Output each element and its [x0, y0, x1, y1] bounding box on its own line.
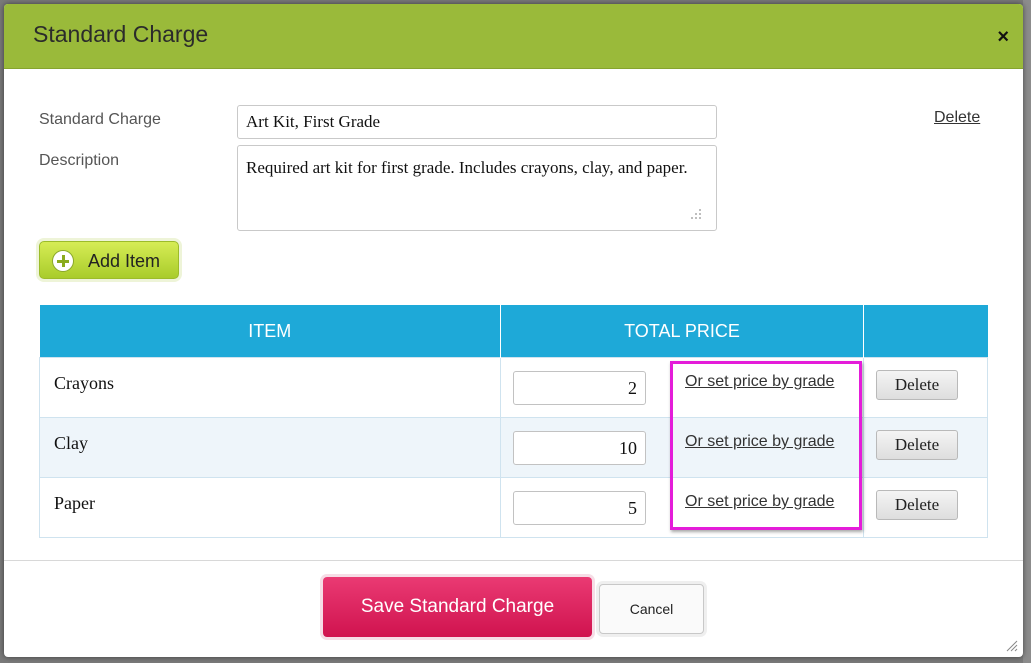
item-name: Paper — [54, 493, 95, 513]
standard-charge-dialog: Standard Charge × Standard Charge Art Ki… — [4, 4, 1023, 657]
dialog-header: Standard Charge × — [4, 4, 1023, 69]
price-input[interactable]: 5 — [513, 491, 646, 525]
standard-charge-input[interactable]: Art Kit, First Grade — [237, 105, 717, 139]
table-row: Crayons 2 Or set price by grade Delete — [39, 357, 988, 418]
column-header-total-price: TOTAL PRICE — [500, 305, 864, 358]
resize-grip-icon[interactable] — [690, 208, 702, 220]
column-header-item: ITEM — [39, 305, 501, 358]
save-standard-charge-button[interactable]: Save Standard Charge — [323, 577, 592, 637]
delete-item-button[interactable]: Delete — [876, 370, 958, 400]
delete-item-button[interactable]: Delete — [876, 490, 958, 520]
items-table: ITEM TOTAL PRICE Crayons 2 Or set price … — [39, 305, 988, 538]
set-price-by-grade-link[interactable]: Or set price by grade — [685, 373, 834, 391]
description-textarea[interactable]: Required art kit for first grade. Includ… — [237, 145, 717, 231]
item-name: Clay — [54, 433, 88, 453]
delete-charge-link[interactable]: Delete — [934, 109, 980, 127]
item-name: Crayons — [54, 373, 114, 393]
set-price-by-grade-link[interactable]: Or set price by grade — [685, 433, 834, 451]
table-row: Paper 5 Or set price by grade Delete — [39, 477, 988, 538]
table-row: Clay 10 Or set price by grade Delete — [39, 417, 988, 478]
close-icon[interactable]: × — [997, 26, 1009, 49]
set-price-by-grade-link[interactable]: Or set price by grade — [685, 493, 834, 511]
column-header-actions — [863, 305, 988, 358]
price-input[interactable]: 10 — [513, 431, 646, 465]
dialog-title: Standard Charge — [33, 21, 209, 47]
cancel-button[interactable]: Cancel — [599, 584, 704, 634]
description-text: Required art kit for first grade. Includ… — [246, 158, 688, 177]
delete-item-button[interactable]: Delete — [876, 430, 958, 460]
background-page — [1023, 0, 1031, 663]
price-input[interactable]: 2 — [513, 371, 646, 405]
description-label: Description — [39, 152, 120, 169]
plus-circle-icon — [52, 250, 74, 272]
dialog-resize-icon[interactable] — [1006, 640, 1018, 652]
add-item-label: Add Item — [88, 251, 161, 271]
footer-divider — [4, 560, 1023, 561]
standard-charge-label: Standard Charge — [39, 111, 161, 128]
add-item-button[interactable]: Add Item — [39, 241, 179, 279]
